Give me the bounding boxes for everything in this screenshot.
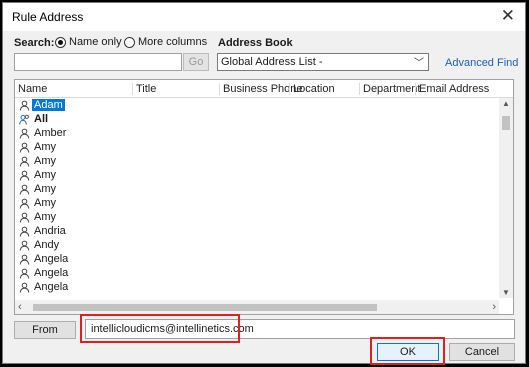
list-item-name: Amy bbox=[34, 155, 56, 167]
chevron-down-icon[interactable]: ﹀ bbox=[414, 54, 424, 69]
list-item[interactable]: All bbox=[15, 112, 499, 126]
go-button[interactable]: Go bbox=[183, 53, 209, 71]
cancel-button[interactable]: Cancel bbox=[449, 343, 515, 361]
dialog-title: Rule Address bbox=[12, 10, 84, 24]
list-item[interactable]: Amy bbox=[15, 140, 499, 154]
horizontal-scrollbar[interactable]: ‹ › bbox=[15, 300, 499, 314]
person-icon bbox=[19, 198, 30, 209]
list-item[interactable]: Amy bbox=[15, 182, 499, 196]
list-item[interactable]: Angela bbox=[15, 266, 499, 280]
list-item-name: Amber bbox=[34, 127, 67, 139]
group-icon bbox=[19, 114, 30, 125]
radio-name-only-dot[interactable] bbox=[55, 36, 66, 48]
person-icon bbox=[19, 254, 30, 265]
column-headers: Name Title Business Phone Location Depar… bbox=[15, 80, 513, 98]
list-item-name: Angela bbox=[34, 281, 69, 293]
list-item[interactable]: Amy bbox=[15, 154, 499, 168]
scroll-right-icon[interactable]: › bbox=[492, 300, 496, 314]
list-item[interactable]: Amy bbox=[15, 196, 499, 210]
person-icon bbox=[19, 184, 30, 195]
highlight-box-ok bbox=[370, 337, 445, 365]
person-icon bbox=[19, 156, 30, 167]
radio-more-columns-label: More columns bbox=[138, 36, 208, 48]
list-item-name: Amy bbox=[34, 197, 56, 209]
person-icon bbox=[19, 226, 30, 237]
list-item-name: Amy bbox=[34, 169, 56, 181]
person-icon bbox=[19, 128, 30, 139]
list-item[interactable]: Andy bbox=[15, 238, 499, 252]
list-item-name: Adam bbox=[32, 99, 65, 111]
person-icon bbox=[19, 100, 30, 111]
rule-address-dialog: Rule Address ✕ Search: Name only More co… bbox=[2, 2, 526, 365]
list-item[interactable]: Adam bbox=[15, 98, 499, 112]
list-item[interactable]: Andria bbox=[15, 224, 499, 238]
close-icon[interactable]: ✕ bbox=[501, 7, 515, 25]
radio-more-columns-dot[interactable] bbox=[124, 36, 135, 48]
scroll-down-icon[interactable]: ▼ bbox=[499, 288, 513, 297]
list-item-name: All bbox=[34, 113, 49, 125]
radio-name-only[interactable]: Name only bbox=[55, 36, 122, 48]
highlight-box-from bbox=[80, 314, 240, 343]
address-rows: Adam All Amber Amy Amy Amy Amy Amy Amy Andria Andy… bbox=[15, 98, 499, 294]
radio-name-only-label: Name only bbox=[69, 36, 122, 48]
list-item-name: Amy bbox=[34, 211, 56, 223]
column-name[interactable]: Name bbox=[15, 83, 47, 95]
advanced-find-link[interactable]: Advanced Find bbox=[445, 57, 518, 69]
list-item[interactable]: Angela bbox=[15, 252, 499, 266]
list-item-name: Angela bbox=[34, 267, 69, 279]
list-item-name: Angela bbox=[34, 253, 69, 265]
list-item-name: Andria bbox=[34, 225, 66, 237]
person-icon bbox=[19, 282, 30, 293]
scroll-up-icon[interactable]: ▲ bbox=[499, 99, 513, 108]
list-item[interactable]: Amber bbox=[15, 126, 499, 140]
person-icon bbox=[19, 170, 30, 181]
search-input[interactable] bbox=[14, 53, 182, 71]
from-button[interactable]: From bbox=[14, 321, 76, 339]
list-item[interactable]: Amy bbox=[15, 210, 499, 224]
list-item-name: Amy bbox=[34, 141, 56, 153]
title-bar: Rule Address ✕ bbox=[3, 3, 525, 31]
horizontal-scroll-thumb[interactable] bbox=[33, 304, 377, 311]
person-icon bbox=[19, 212, 30, 223]
list-item-name: Amy bbox=[34, 183, 56, 195]
list-item[interactable]: Angela bbox=[15, 280, 499, 294]
vertical-scroll-thumb[interactable] bbox=[502, 116, 510, 130]
column-email-address[interactable]: Email Address bbox=[415, 83, 489, 95]
person-icon bbox=[19, 240, 30, 251]
address-list: Name Title Business Phone Location Depar… bbox=[14, 79, 514, 315]
column-title[interactable]: Title bbox=[132, 83, 156, 95]
column-department[interactable]: Department bbox=[359, 83, 420, 95]
column-location[interactable]: Location bbox=[289, 83, 335, 95]
list-item[interactable]: Amy bbox=[15, 168, 499, 182]
scroll-left-icon[interactable]: ‹ bbox=[18, 300, 22, 314]
address-book-label: Address Book bbox=[218, 37, 293, 49]
search-label: Search: bbox=[14, 37, 55, 49]
person-icon bbox=[19, 268, 30, 279]
address-book-value: Global Address List - bbox=[221, 56, 323, 68]
list-item-name: Andy bbox=[34, 239, 60, 251]
address-book-select[interactable]: Global Address List - ﹀ bbox=[217, 53, 429, 71]
vertical-scrollbar[interactable]: ▲ ▼ bbox=[499, 98, 513, 298]
radio-more-columns[interactable]: More columns bbox=[124, 36, 207, 48]
person-icon bbox=[19, 142, 30, 153]
